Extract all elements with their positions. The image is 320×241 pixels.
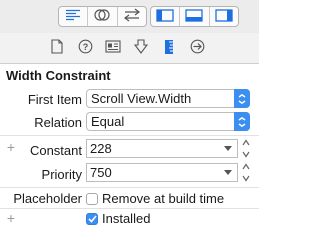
section-title: Width Constraint xyxy=(6,68,111,83)
toggle-navigator-button[interactable] xyxy=(151,7,181,26)
tab-connections-inspector[interactable] xyxy=(188,39,206,57)
chevron-down-icon[interactable] xyxy=(224,146,232,151)
toggle-debug-area-button[interactable] xyxy=(180,7,210,26)
tab-quick-help[interactable]: ? xyxy=(76,39,94,57)
tab-attributes-inspector[interactable] xyxy=(132,39,150,57)
bottom-panel-icon xyxy=(185,8,204,25)
installed-label[interactable]: Installed xyxy=(102,211,150,226)
constant-stepper[interactable] xyxy=(241,139,251,158)
first-item-value: Scroll View.Width xyxy=(91,91,192,106)
tab-file-inspector[interactable] xyxy=(48,39,66,57)
relation-label: Relation xyxy=(34,115,82,130)
constant-value: 228 xyxy=(90,141,112,156)
installed-checkbox[interactable] xyxy=(86,213,98,225)
connections-arrow-icon xyxy=(190,39,205,57)
help-icon: ? xyxy=(78,39,93,57)
popup-arrows-icon xyxy=(234,89,250,108)
stepper-down-icon[interactable] xyxy=(242,151,250,158)
tab-size-inspector[interactable] xyxy=(160,39,178,58)
swap-arrows-icon xyxy=(123,8,141,25)
placeholder-label: Placeholder xyxy=(13,191,82,206)
file-icon xyxy=(51,39,63,57)
size-ruler-icon xyxy=(164,39,174,58)
toggle-utilities-button[interactable] xyxy=(210,7,238,26)
attributes-icon xyxy=(133,39,149,57)
inspector-toolbar xyxy=(0,0,259,34)
stepper-up-icon[interactable] xyxy=(242,139,250,146)
checkmark-icon xyxy=(87,215,97,223)
relation-popup[interactable]: Equal xyxy=(86,112,250,131)
left-panel-icon xyxy=(156,8,174,25)
remove-at-build-time-label[interactable]: Remove at build time xyxy=(102,191,224,206)
tab-identity-inspector[interactable] xyxy=(104,40,122,56)
editor-mode-segmented-control xyxy=(58,6,147,27)
svg-text:?: ? xyxy=(82,42,88,52)
priority-label: Priority xyxy=(41,167,82,182)
identity-card-icon xyxy=(105,40,121,56)
inspector-tab-bar: ? xyxy=(0,33,259,64)
panel-visibility-segmented-control xyxy=(150,6,239,27)
priority-stepper[interactable] xyxy=(241,163,251,182)
assistant-editor-button[interactable] xyxy=(88,7,118,26)
divider xyxy=(0,208,259,209)
first-item-label: First Item xyxy=(27,92,82,107)
right-panel-icon xyxy=(215,8,233,25)
remove-at-build-time-checkbox[interactable] xyxy=(86,193,98,205)
divider xyxy=(0,187,259,188)
standard-editor-button[interactable] xyxy=(59,7,89,26)
stepper-down-icon[interactable] xyxy=(242,175,250,182)
stepper-up-icon[interactable] xyxy=(242,163,250,170)
add-variation-icon[interactable]: + xyxy=(6,210,16,226)
first-item-popup[interactable]: Scroll View.Width xyxy=(86,89,250,108)
align-left-lines-icon xyxy=(65,9,81,24)
overlapping-circles-icon xyxy=(94,8,111,25)
version-editor-button[interactable] xyxy=(118,7,146,26)
priority-value: 750 xyxy=(90,165,112,180)
relation-value: Equal xyxy=(91,114,125,129)
divider xyxy=(0,135,259,136)
popup-arrows-icon xyxy=(234,112,250,131)
constant-combo-box[interactable]: 228 xyxy=(86,139,238,158)
chevron-down-icon[interactable] xyxy=(224,170,232,175)
priority-combo-box[interactable]: 750 xyxy=(86,163,238,182)
constant-label: Constant xyxy=(29,143,82,158)
